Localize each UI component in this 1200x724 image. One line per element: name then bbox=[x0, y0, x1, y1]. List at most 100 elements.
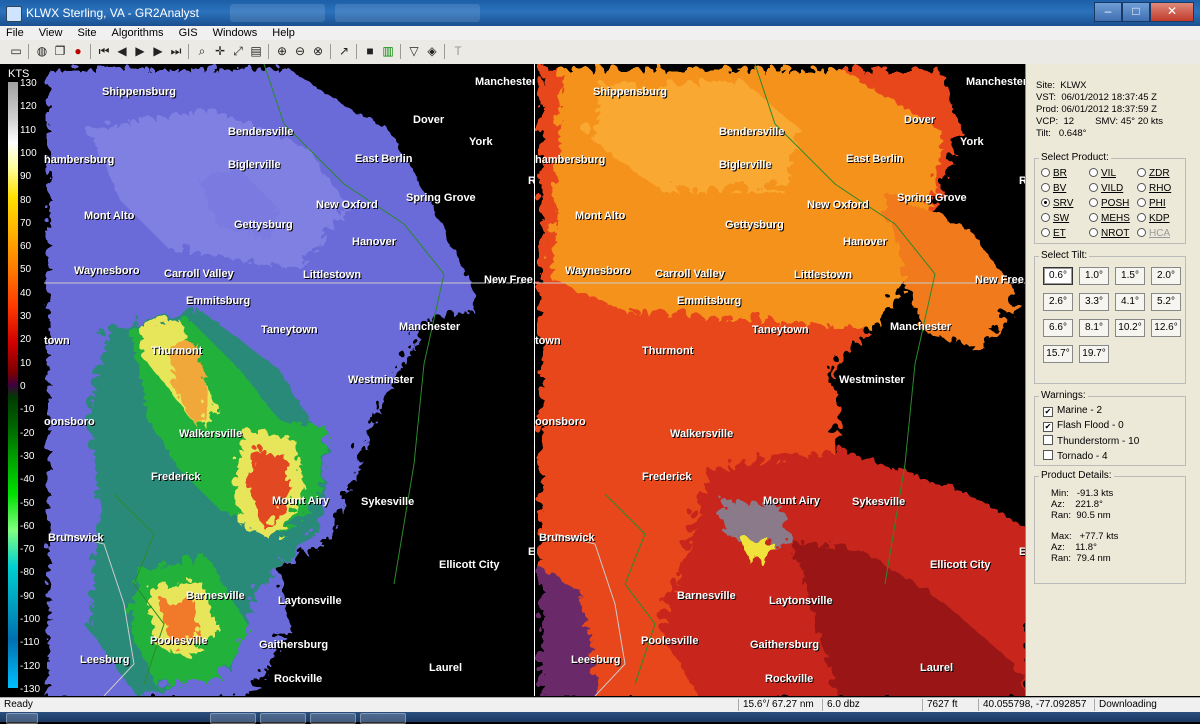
warning-checkbox[interactable]: ✔ Marine - 2 bbox=[1043, 405, 1102, 417]
maximize-button[interactable]: □ bbox=[1122, 2, 1150, 22]
product-radio-vil[interactable]: VIL bbox=[1089, 168, 1116, 179]
tilt-button[interactable]: 4.1° bbox=[1115, 293, 1145, 311]
taskbar-button[interactable] bbox=[260, 713, 306, 724]
single-pane-icon[interactable]: ■ bbox=[362, 43, 378, 59]
pan-icon[interactable]: ✛ bbox=[212, 43, 228, 59]
product-radio-bv[interactable]: BV bbox=[1041, 183, 1066, 194]
cursor-icon[interactable]: ↗ bbox=[336, 43, 352, 59]
warning-checkbox[interactable]: ✔ Flash Flood - 0 bbox=[1043, 420, 1124, 432]
tilt-button[interactable]: 15.7° bbox=[1043, 345, 1073, 363]
first-frame-icon[interactable]: ⏮ bbox=[96, 43, 112, 59]
storm-motion: SMV: 45° 20 kts bbox=[1095, 116, 1164, 127]
play-icon[interactable]: ▶ bbox=[132, 43, 148, 59]
background-tab[interactable] bbox=[230, 4, 325, 22]
close-button[interactable]: ✕ bbox=[1150, 2, 1194, 22]
taskbar-button[interactable] bbox=[210, 713, 256, 724]
tilt-button[interactable]: 8.1° bbox=[1079, 319, 1109, 337]
product-radio-rho[interactable]: RHO bbox=[1137, 183, 1171, 194]
globe-icon[interactable]: ◍ bbox=[34, 43, 50, 59]
tilt-button[interactable]: 5.2° bbox=[1151, 293, 1181, 311]
zoom-reset-icon[interactable]: ⊗ bbox=[310, 43, 326, 59]
city-label: New Free bbox=[975, 274, 1024, 286]
layers-icon[interactable]: ▤ bbox=[248, 43, 264, 59]
product-radio-vild[interactable]: VILD bbox=[1089, 183, 1123, 194]
colorbar-tick: -100 bbox=[20, 614, 41, 626]
taskbar-button[interactable] bbox=[360, 713, 406, 724]
next-frame-icon[interactable]: ▶ bbox=[150, 43, 166, 59]
product-radio-nrot[interactable]: NROT bbox=[1089, 228, 1129, 239]
product-radio-mehs[interactable]: MEHS bbox=[1089, 213, 1130, 224]
product-radio-label: ET bbox=[1053, 228, 1066, 239]
start-button[interactable] bbox=[6, 713, 38, 724]
city-label: Spring Grove bbox=[406, 192, 476, 204]
product-radio-phi[interactable]: PHI bbox=[1137, 198, 1166, 209]
tilt-button[interactable]: 2.0° bbox=[1151, 267, 1181, 285]
radar-pane-left[interactable]: Shippensburg Manchester Bendersville Dover Y… bbox=[44, 64, 534, 696]
tilt-button[interactable]: 2.6° bbox=[1043, 293, 1073, 311]
tilt-button[interactable]: 1.0° bbox=[1079, 267, 1109, 285]
menu-file[interactable]: File bbox=[0, 26, 30, 40]
product-radio-sw[interactable]: SW bbox=[1041, 213, 1069, 224]
pane-divider[interactable] bbox=[534, 64, 535, 696]
taskbar bbox=[0, 712, 1200, 724]
city-label: Leesburg bbox=[571, 654, 621, 666]
zoom-icon[interactable]: ⌕ bbox=[194, 43, 210, 59]
text-tool-icon[interactable]: T bbox=[450, 43, 466, 59]
zoom-out-icon[interactable]: ⊖ bbox=[292, 43, 308, 59]
open-icon[interactable]: ▭ bbox=[8, 43, 24, 59]
radio-icon bbox=[1089, 183, 1098, 192]
colorbar-tick: 80 bbox=[20, 194, 32, 206]
colorbar-gradient bbox=[8, 82, 18, 688]
last-frame-icon[interactable]: ⏭ bbox=[168, 43, 184, 59]
tilt-button[interactable]: 3.3° bbox=[1079, 293, 1109, 311]
product-radio-hca[interactable]: HCA bbox=[1137, 228, 1170, 239]
product-radio-et[interactable]: ET bbox=[1041, 228, 1066, 239]
volume-icon[interactable]: ▽ bbox=[406, 43, 422, 59]
menu-help[interactable]: Help bbox=[266, 26, 301, 40]
city-label: hambersburg bbox=[535, 154, 606, 166]
colorbar-tick: -50 bbox=[20, 497, 35, 509]
menu-view[interactable]: View bbox=[33, 26, 69, 40]
diamond-icon[interactable]: ◈ bbox=[424, 43, 440, 59]
select-product-group: Select Product: BR VIL ZDR BV VILD RHO SRV POSH… bbox=[1034, 152, 1186, 244]
menu-windows[interactable]: Windows bbox=[207, 26, 264, 40]
dual-pane-icon[interactable]: ▥ bbox=[380, 43, 396, 59]
city-label: East Berlin bbox=[355, 153, 413, 165]
copy-icon[interactable]: ❐ bbox=[52, 43, 68, 59]
product-radio-srv[interactable]: SRV bbox=[1041, 198, 1073, 209]
tilt-button[interactable]: 19.7° bbox=[1079, 345, 1109, 363]
menu-gis[interactable]: GIS bbox=[173, 26, 204, 40]
tilt-button[interactable]: 1.5° bbox=[1115, 267, 1145, 285]
radio-icon bbox=[1041, 198, 1050, 207]
radar-pane-right[interactable]: Shippensburg Manchester Bendersville Dover Y… bbox=[535, 64, 1025, 696]
menu-algorithms[interactable]: Algorithms bbox=[106, 26, 170, 40]
tilt-button[interactable]: 12.6° bbox=[1151, 319, 1181, 337]
tilt-button[interactable]: 6.6° bbox=[1043, 319, 1073, 337]
city-label: Frederick bbox=[151, 471, 201, 483]
warning-checkbox[interactable]: Thunderstorm - 10 bbox=[1043, 435, 1139, 447]
record-icon[interactable]: ● bbox=[70, 43, 86, 59]
radio-icon bbox=[1137, 183, 1146, 192]
zoom-in-icon[interactable]: ⊕ bbox=[274, 43, 290, 59]
city-label: Poolesville bbox=[150, 635, 208, 647]
product-radio-kdp[interactable]: KDP bbox=[1137, 213, 1170, 224]
product-radio-br[interactable]: BR bbox=[1041, 168, 1067, 179]
product-radio-label: VIL bbox=[1101, 168, 1117, 179]
status-dbz: 6.0 dbz bbox=[822, 699, 860, 711]
city-label: Gaithersburg bbox=[259, 639, 329, 651]
warning-checkbox[interactable]: Tornado - 4 bbox=[1043, 450, 1108, 462]
background-tab[interactable] bbox=[335, 4, 480, 22]
tilt-button[interactable]: 10.2° bbox=[1115, 319, 1145, 337]
prev-frame-icon[interactable]: ◀ bbox=[114, 43, 130, 59]
product-radio-label: SW bbox=[1053, 213, 1070, 224]
status-height: 7627 ft bbox=[922, 699, 958, 711]
product-radio-posh[interactable]: POSH bbox=[1089, 198, 1129, 209]
minimize-button[interactable]: – bbox=[1094, 2, 1122, 22]
menu-site[interactable]: Site bbox=[72, 26, 103, 40]
city-label: Leesburg bbox=[80, 654, 130, 666]
tilt-button[interactable]: 0.6° bbox=[1043, 267, 1073, 285]
taskbar-button[interactable] bbox=[310, 713, 356, 724]
radio-icon bbox=[1089, 168, 1098, 177]
product-radio-zdr[interactable]: ZDR bbox=[1137, 168, 1170, 179]
measure-icon[interactable]: ⤢ bbox=[230, 43, 246, 59]
